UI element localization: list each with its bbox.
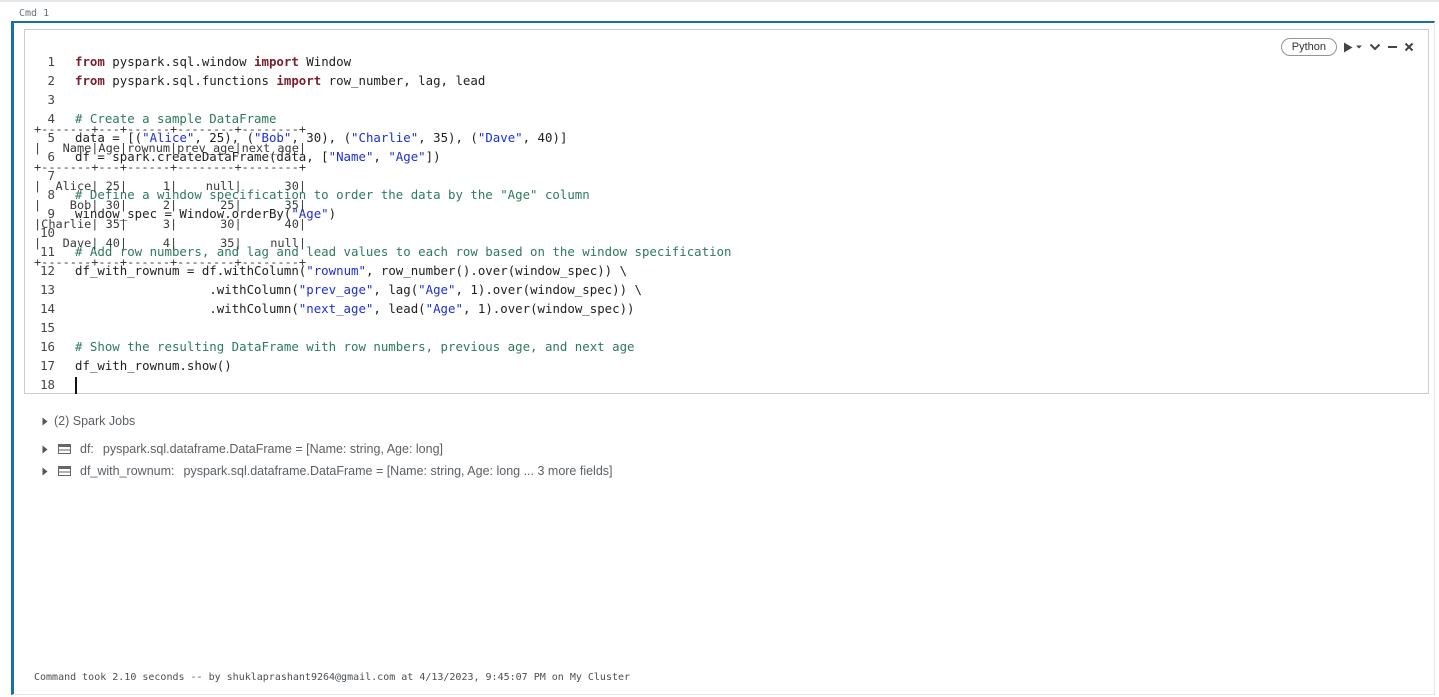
minimize-icon: [1388, 46, 1397, 48]
code-line: 3: [25, 90, 1428, 109]
play-icon: [1344, 42, 1353, 52]
code-line: 2 from pyspark.sql.functions import row_n…: [25, 71, 1428, 90]
line-number: 14: [40, 301, 55, 316]
show-output-table: +-------+---+------+--------+--------+ |…: [34, 122, 307, 269]
spark-jobs-toggle[interactable]: (2) Spark Jobs: [40, 414, 135, 428]
chevron-down-icon: [1369, 43, 1381, 51]
cell-label: Cmd 1: [19, 8, 50, 19]
code-line: 16 # Show the resulting DataFrame with ro…: [25, 337, 1428, 356]
code-line: 18: [25, 375, 1428, 394]
line-number: 1: [47, 54, 55, 69]
code-line: 15: [25, 318, 1428, 337]
expand-triangle-icon: [42, 467, 48, 475]
code-line: 1 from pyspark.sql.window import Window: [25, 52, 1428, 71]
table-icon: [58, 466, 71, 476]
code-line: 14 .withColumn("next_age", lead("Age", 1…: [25, 299, 1428, 318]
notebook-cell[interactable]: Python 1 from pyspark.sql.window import W…: [11, 21, 1435, 695]
line-number: 13: [40, 282, 55, 297]
schema-type: pyspark.sql.dataframe.DataFrame = [Name:…: [102, 442, 443, 456]
schema-variable-name: df:: [80, 442, 94, 456]
close-icon: [1404, 42, 1414, 52]
spark-jobs-label: (2) Spark Jobs: [54, 414, 136, 428]
dropdown-icon: [1356, 45, 1362, 49]
top-divider: [0, 0, 1439, 2]
code-line: 13 .withColumn("prev_age", lag("Age", 1)…: [25, 280, 1428, 299]
line-number: 16: [40, 339, 55, 354]
code-line: 17 df_with_rownum.show(): [25, 356, 1428, 375]
command-status: Command took 2.10 seconds -- by shuklapr…: [34, 672, 631, 683]
line-number: 18: [40, 377, 55, 392]
expand-triangle-icon: [42, 417, 48, 425]
line-number: 2: [47, 73, 55, 88]
table-icon: [58, 444, 71, 454]
line-number: 15: [40, 320, 55, 335]
text-cursor: [75, 377, 77, 394]
expand-triangle-icon: [42, 445, 48, 453]
schema-df[interactable]: df: pyspark.sql.dataframe.DataFrame = [N…: [40, 442, 443, 456]
line-number: 3: [47, 92, 55, 107]
schema-type: pyspark.sql.dataframe.DataFrame = [Name:…: [183, 464, 613, 478]
schema-variable-name: df_with_rownum:: [80, 464, 175, 478]
schema-df-with-rownum[interactable]: df_with_rownum: pyspark.sql.dataframe.Da…: [40, 464, 613, 478]
line-number: 17: [40, 358, 55, 373]
